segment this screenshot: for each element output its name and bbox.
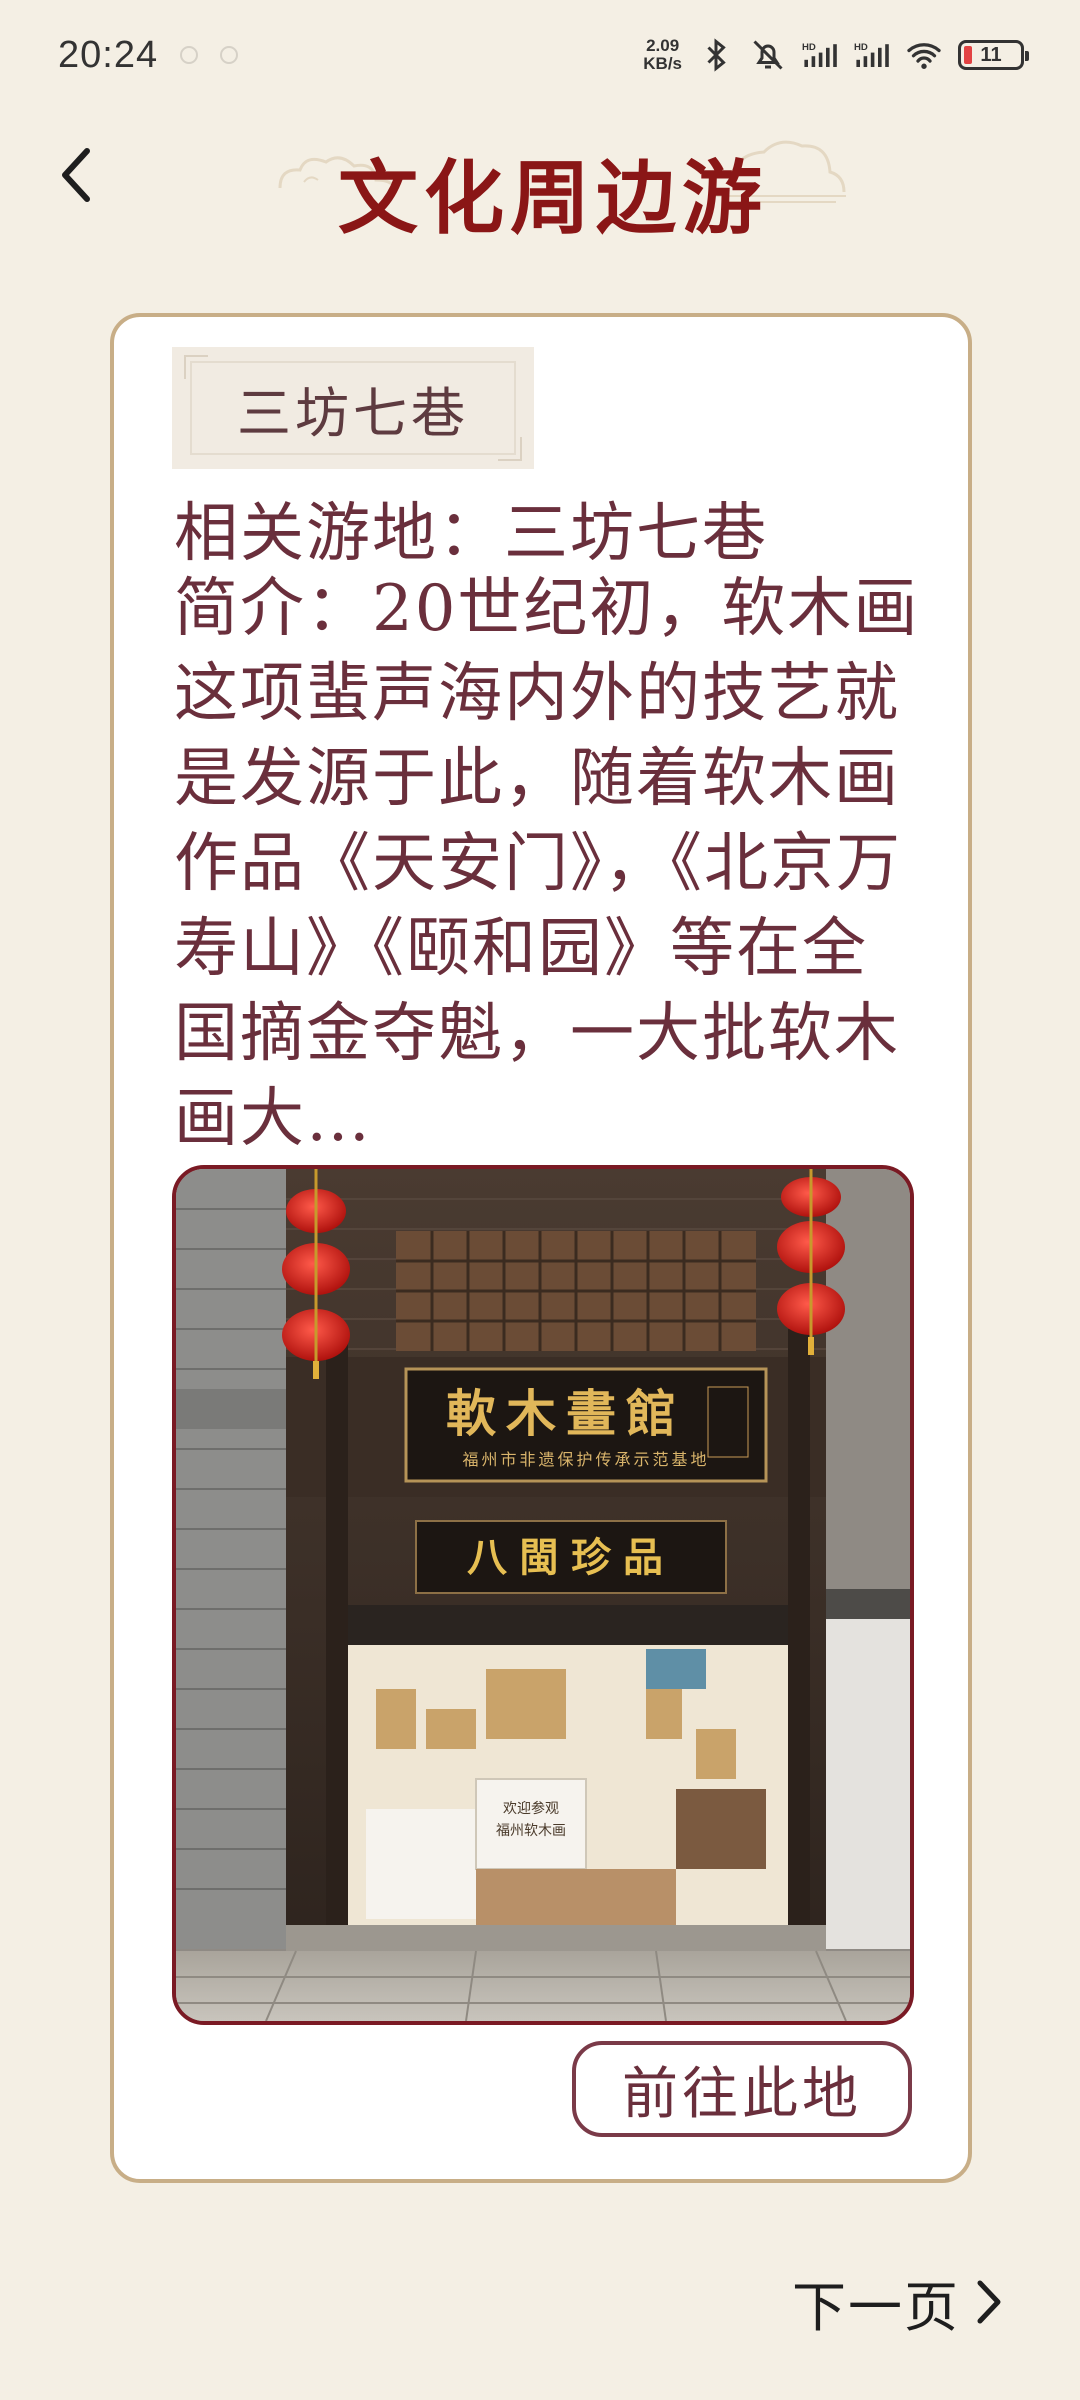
title-area: 文化周边游 bbox=[270, 130, 850, 245]
status-right: 2.09 KB/s HD HD 11 bbox=[643, 37, 1029, 73]
signal-hd-icon: HD bbox=[854, 37, 890, 73]
battery-level: 11 bbox=[980, 43, 1002, 66]
page-title: 文化周边游 bbox=[338, 151, 768, 245]
next-page-label: 下一页 bbox=[792, 2275, 960, 2339]
bluetooth-icon bbox=[698, 37, 734, 73]
lantern-left-icon bbox=[282, 1169, 350, 1379]
app-header: 文化周边游 bbox=[0, 110, 1080, 245]
network-speed-value: 2.09 bbox=[646, 36, 680, 55]
shop-sign-second: 八閩珍品 bbox=[467, 1534, 675, 1581]
destination-tag: 三坊七巷 bbox=[172, 347, 534, 469]
wifi-icon bbox=[906, 37, 942, 73]
shop-notice-1: 欢迎参观 bbox=[503, 1800, 559, 1817]
status-time: 20:24 bbox=[58, 33, 159, 76]
intro-text: 简介：20世纪初，软木画这项蜚声海内外的技艺就是发源于此，随着软木画作品《天安门… bbox=[174, 572, 920, 1156]
svg-text:HD: HD bbox=[854, 42, 868, 53]
destination-tag-label: 三坊七巷 bbox=[237, 381, 469, 445]
chevron-left-icon bbox=[62, 148, 90, 202]
status-left: 20:24 bbox=[58, 33, 239, 77]
shop-sign-sub: 福州市非遗保护传承示范基地 bbox=[462, 1450, 709, 1469]
shop-notice-2: 福州软木画 bbox=[496, 1823, 566, 1839]
bell-off-icon bbox=[750, 37, 786, 73]
destination-photo: 軟木畫館 福州市非遗保护传承示范基地 八閩珍品 欢迎参观 福州软木画 bbox=[172, 1165, 914, 2025]
chevron-right-icon bbox=[977, 2280, 1001, 2324]
go-to-destination-button[interactable]: 前往此地 bbox=[572, 2041, 912, 2137]
network-speed-unit: KB/s bbox=[643, 54, 682, 73]
shop-sign-main: 軟木畫館 bbox=[446, 1384, 686, 1443]
next-page-button[interactable]: 下一页 bbox=[792, 2262, 1004, 2342]
lantern-right-icon bbox=[777, 1169, 845, 1355]
back-button[interactable] bbox=[42, 140, 112, 210]
network-speed: 2.09 KB/s bbox=[643, 37, 682, 73]
status-bar: 20:24 2.09 KB/s HD HD 11 bbox=[0, 0, 1080, 110]
signal-hd-icon: HD bbox=[802, 37, 838, 73]
notification-dot-icon bbox=[180, 46, 199, 64]
shop-photo-illustration: 軟木畫館 福州市非遗保护传承示范基地 八閩珍品 欢迎参观 福州软木画 bbox=[176, 1169, 910, 2021]
destination-card: 三坊七巷 相关游地：三坊七巷 简介：20世纪初，软木画这项蜚声海内外的技艺就是发… bbox=[110, 313, 972, 2183]
battery-icon: 11 bbox=[958, 40, 1029, 70]
svg-text:HD: HD bbox=[802, 42, 816, 53]
related-location: 相关游地：三坊七巷 bbox=[174, 497, 768, 571]
notification-dot-icon bbox=[220, 46, 239, 64]
